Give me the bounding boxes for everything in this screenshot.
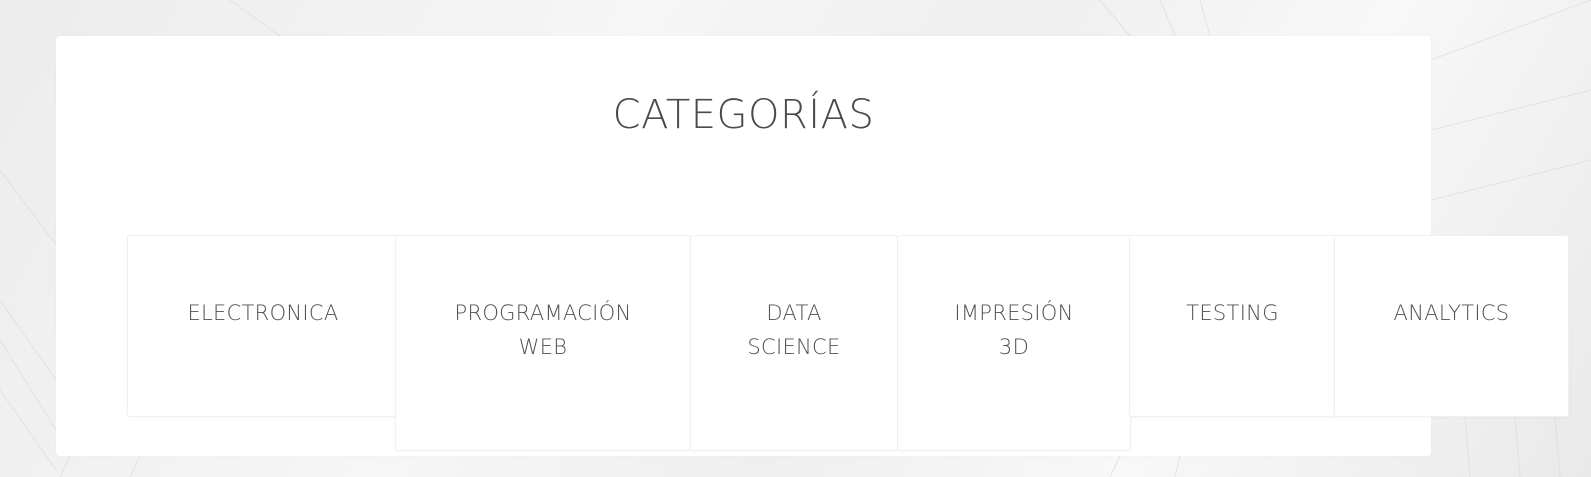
category-label: TESTING bbox=[1186, 301, 1279, 325]
category-label: ANALYTICS bbox=[1393, 301, 1510, 325]
category-card-data-science[interactable]: DATA SCIENCE bbox=[690, 235, 898, 451]
category-card-programacion-web[interactable]: PROGRAMACIÓN WEB bbox=[395, 235, 691, 451]
section-title: CATEGORÍAS bbox=[612, 92, 875, 138]
category-label: PROGRAMACIÓN WEB bbox=[454, 301, 632, 359]
category-card-analytics[interactable]: ANALYTICS bbox=[1334, 235, 1569, 417]
category-card-impresion-3d[interactable]: IMPRESIÓN 3D bbox=[897, 235, 1131, 451]
category-label: ELECTRONICA bbox=[187, 301, 339, 325]
category-card-electronica[interactable]: ELECTRONICA bbox=[127, 235, 399, 417]
category-label: IMPRESIÓN 3D bbox=[954, 301, 1074, 359]
category-label: DATA SCIENCE bbox=[747, 301, 841, 359]
category-card-testing[interactable]: TESTING bbox=[1129, 235, 1336, 417]
